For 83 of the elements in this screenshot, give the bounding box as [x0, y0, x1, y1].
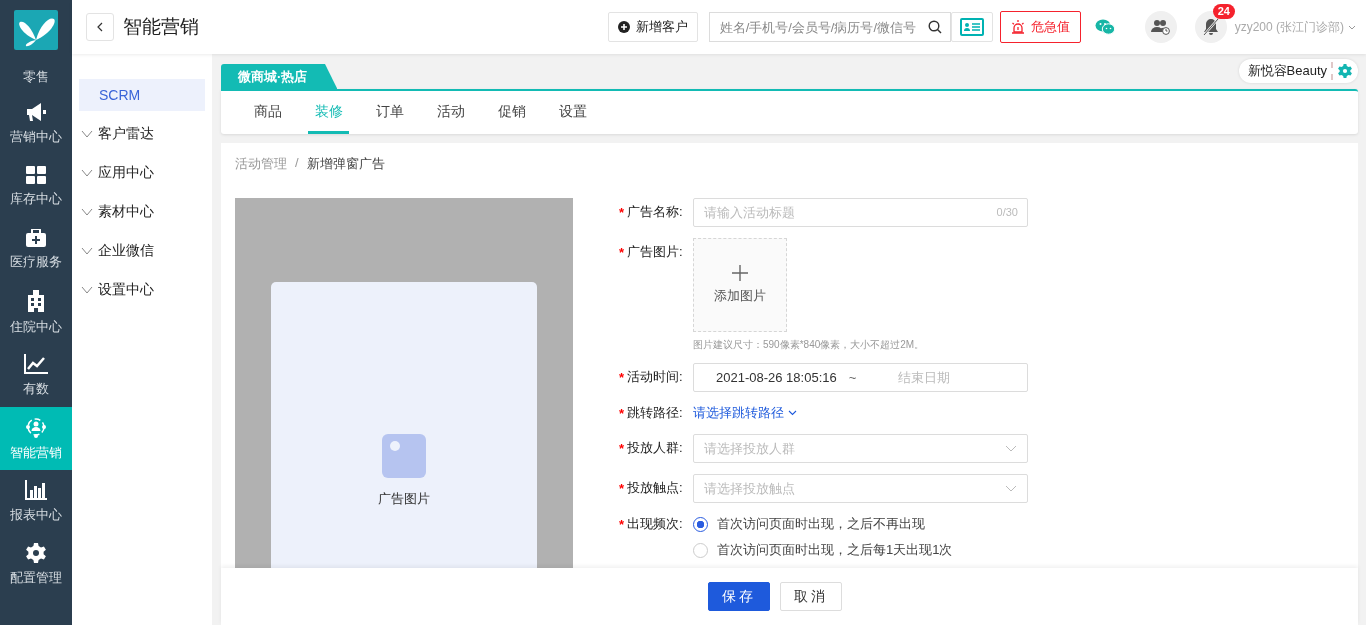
image-upload-button[interactable]: 添加图片 [693, 238, 787, 332]
search-icon[interactable] [927, 20, 942, 34]
caret-down-icon [788, 410, 797, 416]
butterfly-logo-icon [14, 10, 58, 50]
chevron-left-icon [97, 22, 103, 32]
tab[interactable]: 商品 [237, 91, 298, 134]
critical-value-button[interactable]: 危急值 [999, 11, 1081, 43]
chat-bubbles-icon[interactable] [1094, 19, 1115, 35]
tab[interactable]: 订单 [359, 91, 420, 134]
breadcrumb-current: 新增弹窗广告 [306, 155, 385, 173]
search-field[interactable]: 姓名/手机号/会员号/病历号/微信号 [708, 12, 951, 42]
group-clock-icon [1150, 19, 1171, 35]
upload-hint: 图片建议尺寸：590像素*840像素，大小不超过2M。 [693, 338, 925, 352]
chevron-down-icon [1005, 485, 1017, 492]
chevron-down-icon [81, 208, 93, 216]
chevron-down-icon [81, 169, 93, 177]
field-label: 广告图片: [627, 243, 683, 261]
rail-item[interactable]: 配置管理 [0, 533, 72, 596]
people-network-icon [25, 415, 47, 438]
save-button[interactable]: 保存 [707, 582, 770, 611]
rail-item[interactable]: 营销中心 [0, 92, 72, 155]
submenu-item[interactable]: 素材中心 [79, 196, 205, 228]
preview-label: 广告图片 [378, 490, 430, 508]
required-asterisk: * [619, 244, 625, 260]
plus-circle-icon [617, 21, 630, 33]
tab[interactable]: 促销 [481, 91, 542, 134]
required-asterisk: * [619, 480, 625, 496]
field-label: 投放人群: [627, 439, 683, 457]
plus-icon [732, 265, 748, 281]
id-card-icon [959, 18, 984, 36]
id-card-button[interactable] [950, 12, 993, 42]
caret-down-icon [1348, 24, 1356, 30]
submenu-item[interactable]: 应用中心 [79, 157, 205, 189]
field-label: 跳转路径: [627, 404, 683, 422]
submenu-item[interactable]: SCRM [79, 79, 205, 111]
notification-badge: 24 [1212, 4, 1235, 19]
cancel-button[interactable]: 取消 [779, 582, 842, 611]
tab[interactable]: 活动 [420, 91, 481, 134]
field-label: 投放触点: [627, 479, 683, 497]
radio-option[interactable]: 首次访问页面时出现，之后不再出现 [693, 514, 953, 534]
rail-item[interactable]: 零售 [0, 62, 72, 92]
chevron-down-icon [81, 286, 93, 294]
hospital-icon [28, 289, 44, 312]
required-asterisk: * [619, 405, 625, 421]
grid-icon [26, 165, 46, 184]
tab[interactable]: 设置 [542, 91, 603, 134]
group-clock-button[interactable] [1144, 11, 1177, 43]
rail-item[interactable]: 报表中心 [0, 470, 72, 533]
date-range-field[interactable]: 2021-08-26 18:05:16 ~ 结束日期 [693, 363, 1028, 392]
rail-item[interactable]: 有数 [0, 344, 72, 407]
breadcrumb-separator: / [295, 155, 299, 172]
back-button[interactable] [86, 13, 114, 41]
rail-item[interactable]: 医疗服务 [0, 218, 72, 281]
submenu-item[interactable]: 客户雷达 [79, 118, 205, 150]
chevron-down-icon [1005, 445, 1017, 452]
add-customer-button[interactable]: 新增客户 [607, 12, 698, 42]
field-label: 广告名称: [627, 203, 683, 221]
gear-icon[interactable] [1338, 64, 1352, 78]
page-title: 智能营销 [123, 15, 199, 39]
trend-chart-icon [24, 353, 48, 374]
field-label: 活动时间: [627, 368, 683, 386]
submenu-item[interactable]: 企业微信 [79, 235, 205, 267]
gear-icon [26, 542, 46, 563]
chevron-down-icon [81, 130, 93, 138]
path-selector-link[interactable]: 请选择跳转路径 [693, 403, 797, 423]
required-asterisk: * [619, 440, 625, 456]
alarm-light-icon [1010, 20, 1025, 34]
submenu-item[interactable]: 设置中心 [79, 274, 205, 306]
chevron-down-icon [81, 247, 93, 255]
bar-chart-icon [25, 479, 47, 500]
megaphone-icon [25, 101, 47, 122]
medical-kit-icon [26, 228, 46, 247]
required-asterisk: * [619, 516, 625, 532]
radio-option[interactable]: 首次访问页面时出现，之后每1天出现1次 [693, 540, 953, 560]
field-label: 出现频次: [627, 515, 683, 533]
required-asterisk: * [619, 369, 625, 385]
character-counter: 0/30 [996, 206, 1018, 218]
image-icon [382, 434, 426, 478]
required-asterisk: * [619, 204, 625, 220]
store-selector[interactable]: 新悦容Beauty [1238, 59, 1358, 83]
bell-slash-icon [1202, 18, 1219, 36]
rail-item[interactable]: 住院中心 [0, 281, 72, 344]
rail-item[interactable]: 库存中心 [0, 155, 72, 218]
